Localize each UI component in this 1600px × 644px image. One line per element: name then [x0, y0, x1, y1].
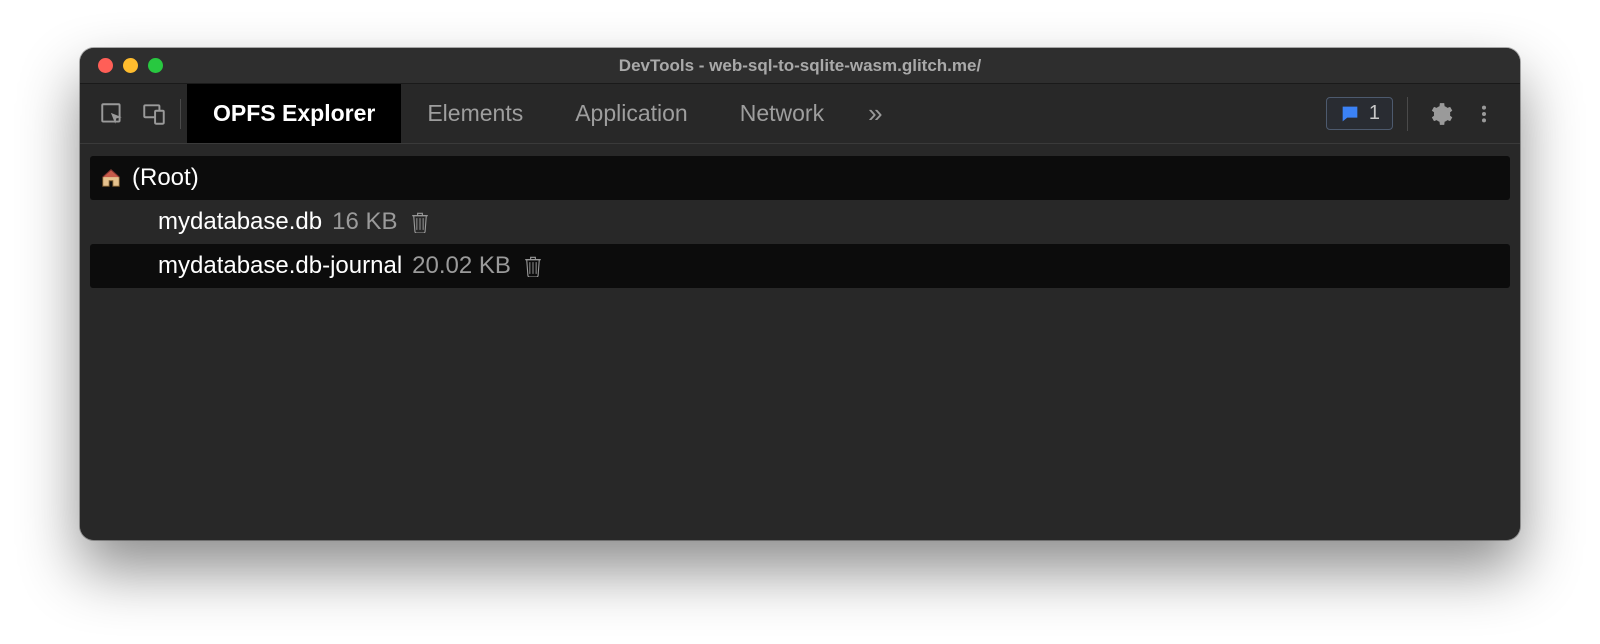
- file-name: mydatabase.db: [158, 208, 322, 236]
- file-row[interactable]: mydatabase.db-journal 20.02 KB: [90, 244, 1510, 288]
- tab-elements[interactable]: Elements: [401, 84, 549, 143]
- more-tabs-button[interactable]: »: [850, 98, 900, 129]
- kebab-icon: [1473, 103, 1495, 125]
- tab-label: Network: [740, 100, 824, 127]
- inspect-element-icon[interactable]: [94, 96, 130, 132]
- tab-label: OPFS Explorer: [213, 100, 375, 127]
- zoom-window-button[interactable]: [148, 58, 163, 73]
- device-toolbar-icon[interactable]: [136, 96, 172, 132]
- toolbar-divider: [1407, 97, 1408, 131]
- delete-file-button[interactable]: [523, 255, 543, 277]
- minimize-window-button[interactable]: [123, 58, 138, 73]
- settings-button[interactable]: [1422, 96, 1458, 132]
- file-row[interactable]: mydatabase.db 16 KB: [90, 200, 1510, 244]
- home-icon: [96, 166, 126, 190]
- window-controls: [80, 58, 163, 73]
- tab-label: Application: [575, 100, 688, 127]
- issues-icon: [1339, 103, 1361, 125]
- window-title: DevTools - web-sql-to-sqlite-wasm.glitch…: [80, 56, 1520, 76]
- tree-root-row[interactable]: (Root): [90, 156, 1510, 200]
- opfs-tree-panel: (Root) mydatabase.db 16 KB mydatabase.db…: [80, 144, 1520, 540]
- root-label: (Root): [132, 164, 199, 192]
- close-window-button[interactable]: [98, 58, 113, 73]
- file-size: 20.02 KB: [412, 252, 511, 280]
- tab-network[interactable]: Network: [714, 84, 850, 143]
- more-label: »: [868, 98, 882, 129]
- more-options-button[interactable]: [1466, 96, 1502, 132]
- toolbar-divider: [180, 99, 181, 129]
- tab-label: Elements: [427, 100, 523, 127]
- devtools-window: DevTools - web-sql-to-sqlite-wasm.glitch…: [80, 48, 1520, 540]
- tab-application[interactable]: Application: [549, 84, 714, 143]
- panel-tabs: OPFS Explorer Elements Application Netwo…: [187, 84, 850, 143]
- issues-count: 1: [1369, 102, 1380, 125]
- delete-file-button[interactable]: [410, 211, 430, 233]
- trash-icon: [523, 255, 543, 277]
- devtools-toolbar: OPFS Explorer Elements Application Netwo…: [80, 84, 1520, 144]
- trash-icon: [410, 211, 430, 233]
- gear-icon: [1427, 101, 1453, 127]
- file-name: mydatabase.db-journal: [158, 252, 402, 280]
- titlebar: DevTools - web-sql-to-sqlite-wasm.glitch…: [80, 48, 1520, 84]
- tab-opfs-explorer[interactable]: OPFS Explorer: [187, 84, 401, 143]
- file-size: 16 KB: [332, 208, 397, 236]
- issues-button[interactable]: 1: [1326, 97, 1393, 130]
